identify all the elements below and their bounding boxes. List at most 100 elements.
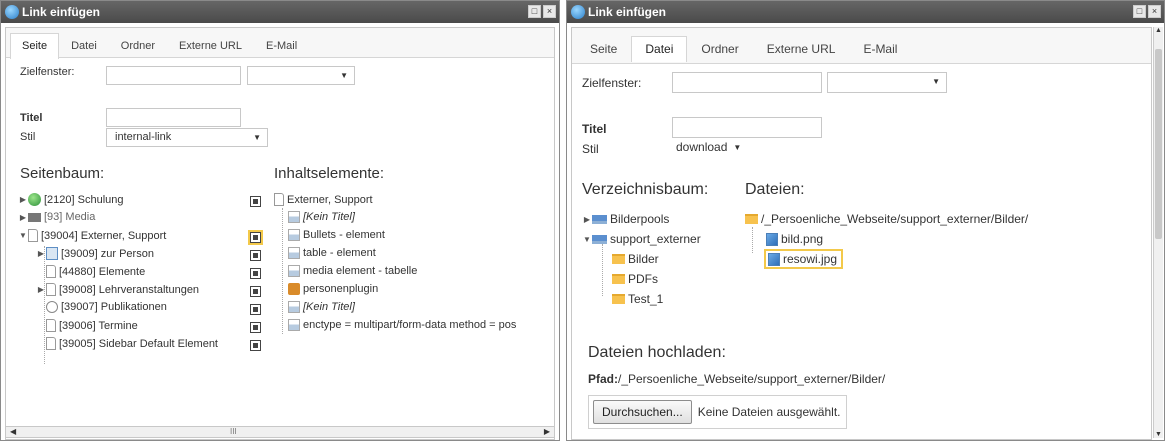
select-page-button[interactable] xyxy=(250,196,261,207)
file-item-bild[interactable]: bild.png xyxy=(766,232,823,246)
scroll-thumb[interactable] xyxy=(1155,49,1162,239)
image-file-icon xyxy=(766,232,778,246)
tab-datei[interactable]: Datei xyxy=(631,36,688,62)
select-page-button[interactable] xyxy=(250,322,261,333)
titel-input[interactable] xyxy=(672,117,822,138)
page-icon xyxy=(28,229,38,242)
content-item[interactable]: media element - tabelle xyxy=(288,265,417,277)
expand-icon[interactable]: ▶ xyxy=(18,213,28,222)
scroll-up-icon[interactable]: ▲ xyxy=(1155,27,1162,34)
close-button[interactable]: × xyxy=(1148,5,1161,18)
dialog-titlebar[interactable]: Link einfügen □ × xyxy=(1,1,559,23)
content-item[interactable]: [Kein Titel] xyxy=(288,211,355,223)
tree-item-zur-person[interactable]: ▶ [39009] zur Person xyxy=(36,247,154,260)
page-icon xyxy=(274,193,284,206)
content-item[interactable]: table - element xyxy=(288,247,376,259)
tree-item-termine[interactable]: [39006] Termine xyxy=(46,319,138,332)
scroll-left-icon[interactable]: ◀ xyxy=(10,427,16,437)
image-file-icon xyxy=(768,252,780,266)
collapse-icon[interactable]: ▼ xyxy=(18,231,28,240)
stil-select[interactable]: internal-link ▼ xyxy=(106,128,268,147)
no-file-text: Keine Dateien ausgewählt. xyxy=(697,405,841,419)
stil-label: Stil xyxy=(582,142,599,156)
expand-icon[interactable]: ▶ xyxy=(36,285,46,294)
titel-input[interactable] xyxy=(106,108,241,127)
zielfenster-input[interactable] xyxy=(106,66,241,85)
chevron-down-icon: ▼ xyxy=(932,77,940,86)
tab-seite[interactable]: Seite xyxy=(576,36,631,61)
files-path: /_Persoenliche_Webseite/support_externer… xyxy=(745,212,1028,226)
tree-item-sidebar[interactable]: [39005] Sidebar Default Element xyxy=(46,337,218,350)
tab-ordner[interactable]: Ordner xyxy=(687,36,752,61)
media-element-icon xyxy=(288,265,300,277)
tree-item-lehrveranstaltungen[interactable]: ▶ [39008] Lehrveranstaltungen xyxy=(36,283,199,296)
select-page-button[interactable] xyxy=(250,250,261,261)
content-item[interactable]: Bullets - element xyxy=(288,229,385,241)
select-page-button[interactable] xyxy=(250,286,261,297)
expand-icon[interactable]: ▶ xyxy=(18,195,28,204)
globe-icon xyxy=(5,5,19,19)
stil-select[interactable]: download ▼ xyxy=(676,140,741,154)
tree-item-media[interactable]: ▶ [93] Media xyxy=(18,211,95,223)
expand-icon[interactable]: ▶ xyxy=(36,249,46,258)
tree-item-elemente[interactable]: [44880] Elemente xyxy=(46,265,145,278)
browse-button[interactable]: Durchsuchen... xyxy=(593,400,692,424)
maximize-button[interactable]: □ xyxy=(1133,5,1146,18)
dialog-titlebar[interactable]: Link einfügen □ × xyxy=(567,1,1164,23)
chevron-down-icon: ▼ xyxy=(340,71,348,80)
expand-icon[interactable]: ▶ xyxy=(582,215,592,224)
page-shortcut-icon xyxy=(46,247,58,260)
tree-item-pdfs[interactable]: PDFs xyxy=(612,272,658,286)
zielfenster-input[interactable] xyxy=(672,72,822,93)
verzeichnis-header: Verzeichnisbaum: xyxy=(582,181,709,198)
zielfenster-select[interactable]: ▼ xyxy=(827,72,947,93)
tree-item-publikationen[interactable]: [39007] Publikationen xyxy=(46,301,167,313)
dateien-header: Dateien: xyxy=(745,181,805,198)
select-page-button-active[interactable] xyxy=(248,230,263,245)
content-item[interactable]: [Kein Titel] xyxy=(288,301,355,313)
content-item[interactable]: enctype = multipart/form-data method = p… xyxy=(288,319,516,331)
tree-item-schulung[interactable]: ▶ [2120] Schulung xyxy=(18,193,124,206)
tab-bar: Seite Datei Ordner Externe URL E-Mail xyxy=(572,28,1151,64)
select-page-button[interactable] xyxy=(250,268,261,279)
tab-externe-url[interactable]: Externe URL xyxy=(753,36,850,61)
content-root[interactable]: Externer, Support xyxy=(274,193,373,206)
tab-seite[interactable]: Seite xyxy=(10,33,60,59)
folder-pool-icon xyxy=(592,214,607,224)
page-icon xyxy=(46,337,56,350)
page-icon xyxy=(46,265,56,278)
content-item[interactable]: personenplugin xyxy=(288,283,378,295)
horizontal-scrollbar[interactable]: ◀ III ▶ xyxy=(5,426,555,438)
select-page-button[interactable] xyxy=(250,340,261,351)
tree-item-externer-support[interactable]: ▼ [39004] Externer, Support xyxy=(18,229,166,242)
file-item-resowi[interactable]: resowi.jpg xyxy=(764,249,844,269)
tree-item-support-externer[interactable]: ▼ support_externer xyxy=(582,232,701,246)
zielfenster-select[interactable]: ▼ xyxy=(247,66,355,85)
upload-header: Dateien hochladen: xyxy=(588,344,726,361)
page-icon xyxy=(46,319,56,332)
dialog-body: Seite Datei Ordner Externe URL E-Mail Zi… xyxy=(5,27,555,440)
collapse-icon[interactable]: ▼ xyxy=(582,235,592,244)
tree-item-bilder[interactable]: Bilder xyxy=(612,252,659,266)
tab-datei[interactable]: Datei xyxy=(59,33,109,58)
link-icon xyxy=(46,301,58,313)
tree-item-test-1[interactable]: Test_1 xyxy=(612,292,663,306)
close-button[interactable]: × xyxy=(543,5,556,18)
inhalt-header: Inhaltselemente: xyxy=(274,165,385,182)
tree-item-bilderpools[interactable]: ▶ Bilderpools xyxy=(582,212,669,226)
scroll-down-icon[interactable]: ▼ xyxy=(1155,431,1162,438)
seitenbaum-header: Seitenbaum: xyxy=(20,165,105,182)
select-page-button[interactable] xyxy=(250,304,261,315)
tab-externe-url[interactable]: Externe URL xyxy=(167,33,254,58)
titel-label: Titel xyxy=(582,122,607,136)
zielfenster-label: Zielfenster: xyxy=(20,66,75,78)
tab-ordner[interactable]: Ordner xyxy=(109,33,167,58)
maximize-button[interactable]: □ xyxy=(528,5,541,18)
vertical-scrollbar[interactable]: ▲ ▼ xyxy=(1153,27,1163,438)
tab-email[interactable]: E-Mail xyxy=(849,36,911,61)
content-element-icon xyxy=(288,301,300,313)
folder-icon xyxy=(612,254,625,264)
globe-icon xyxy=(571,5,585,19)
tab-email[interactable]: E-Mail xyxy=(254,33,309,58)
scroll-right-icon[interactable]: ▶ xyxy=(544,427,550,437)
